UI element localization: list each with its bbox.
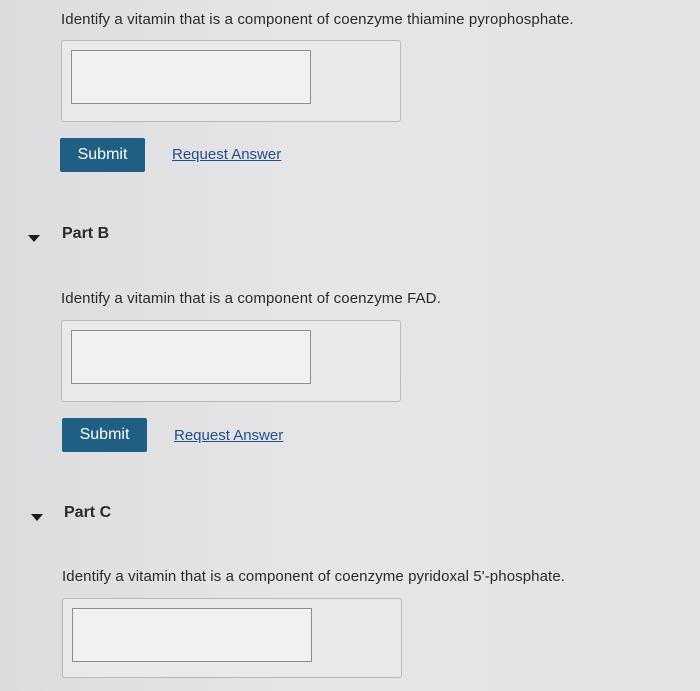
part-b-submit-button[interactable]: Submit — [62, 418, 147, 452]
part-b-title[interactable]: Part B — [62, 225, 109, 243]
part-c-caret-down-icon[interactable] — [31, 514, 43, 521]
question-page: Identify a vitamin that is a component o… — [0, 0, 700, 691]
part-a-submit-button[interactable]: Submit — [60, 138, 145, 172]
part-a-request-answer-link[interactable]: Request Answer — [172, 146, 281, 163]
part-b-question: Identify a vitamin that is a component o… — [61, 290, 441, 307]
part-c-answer-input[interactable] — [72, 608, 312, 662]
part-b-caret-down-icon[interactable] — [28, 235, 40, 242]
part-b-answer-input[interactable] — [71, 330, 311, 384]
part-b-answer-panel — [61, 320, 401, 402]
part-a-answer-panel — [61, 40, 401, 122]
part-a-answer-input[interactable] — [71, 50, 311, 104]
part-a-question: Identify a vitamin that is a component o… — [61, 11, 574, 28]
part-c-answer-panel — [62, 598, 402, 678]
part-b-request-answer-link[interactable]: Request Answer — [174, 427, 283, 444]
part-c-question: Identify a vitamin that is a component o… — [62, 568, 566, 585]
part-c-title[interactable]: Part C — [64, 504, 111, 522]
